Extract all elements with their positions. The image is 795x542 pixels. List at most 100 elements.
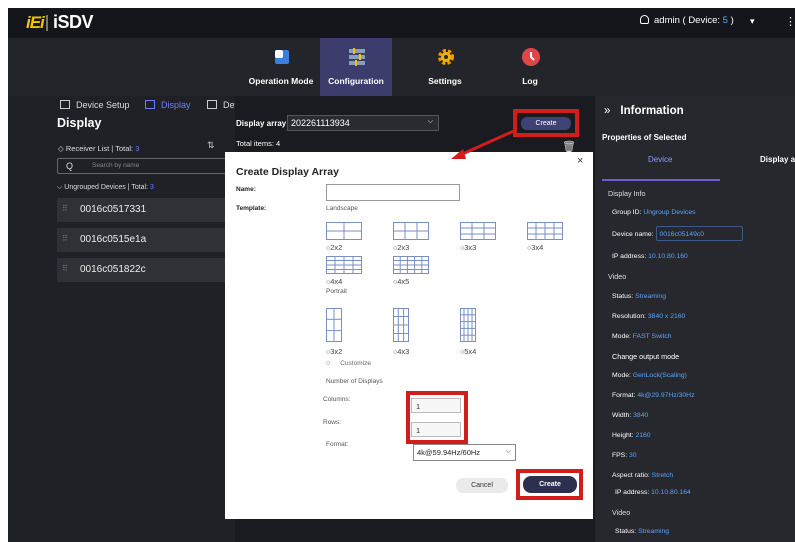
user-dropdown-caret-icon[interactable]: ▾ <box>750 16 755 27</box>
info-mode: Mode: FAST Switch <box>612 333 672 340</box>
info-value: 4k@29.97Hz/30Hz <box>637 392 695 399</box>
tab-display[interactable]: Display <box>145 100 191 110</box>
grid-3x4-icon[interactable] <box>527 222 563 240</box>
info-label: Aspect ratio: <box>612 472 650 479</box>
info-label: IP address: <box>615 489 650 496</box>
annotation-arrow <box>451 128 517 159</box>
drag-handle-icon[interactable]: ⠿ <box>62 204 68 213</box>
drag-handle-icon[interactable]: ⠿ <box>62 264 68 273</box>
device-name: 0016c0515e1a <box>80 234 147 245</box>
total-items: Total items: 4 <box>236 139 281 148</box>
info-label: Height: <box>612 432 634 439</box>
user-name: admin <box>654 15 680 26</box>
list-item[interactable]: ⠿ 0016c0515e1a <box>57 228 234 252</box>
radio-3x3[interactable]: ○3x3 <box>460 243 476 252</box>
nav-operation-mode[interactable]: Operation Mode <box>245 38 317 96</box>
nav-settings[interactable]: Settings <box>409 38 481 96</box>
grid-5x4-portrait-icon[interactable] <box>460 308 476 342</box>
section-video: Video <box>608 272 627 281</box>
grid-4x5-icon[interactable] <box>393 256 429 274</box>
info-tab-display-array[interactable]: Display arr <box>760 155 795 164</box>
rows-label: Rows: <box>323 419 342 426</box>
tab-label: Device Setup <box>76 100 130 110</box>
info-value: 10.10.80.164 <box>651 489 691 496</box>
landscape-label: Landscape <box>326 205 358 212</box>
drag-handle-icon[interactable]: ⠿ <box>62 234 68 243</box>
option-label: 3x2 <box>330 347 343 356</box>
grid-3x3-icon[interactable] <box>460 222 496 240</box>
display-array-select[interactable]: 202261113934 ⌵ <box>287 115 439 131</box>
settings-gear-icon <box>438 49 454 65</box>
chevron-down-icon: ⌵ <box>505 448 511 455</box>
format-select[interactable]: 4k@59.94Hz/60Hz ⌵ <box>413 444 516 461</box>
info-value: Ungroup Devices <box>643 209 696 216</box>
nav-configuration[interactable]: Configuration <box>320 38 392 96</box>
option-label: 3x3 <box>464 243 477 252</box>
grid-4x3-portrait-icon[interactable] <box>393 308 409 342</box>
grid-3x2-portrait-icon[interactable] <box>326 308 342 342</box>
list-item[interactable]: ⠿ 0016c0517331 <box>57 198 234 222</box>
radio-3x2[interactable]: ○3x2 <box>326 347 342 356</box>
grid-2x3-icon[interactable] <box>393 222 429 240</box>
device-name: 0016c0517331 <box>80 204 147 215</box>
dialog-title: Create Display Array <box>236 166 339 178</box>
annotation-highlight-columns-rows <box>406 391 468 444</box>
option-label: Customize <box>340 360 371 367</box>
close-icon[interactable]: × <box>577 155 583 167</box>
radio-5x4[interactable]: ○5x4 <box>460 347 476 356</box>
ungrouped-devices-header[interactable]: ⌵ Ungrouped Devices | Total: 3 <box>57 184 154 192</box>
list-item[interactable]: ⠿ 0016c051822c <box>57 258 234 282</box>
main-nav: Operation Mode Configuration Settings Lo… <box>8 38 795 96</box>
cancel-button[interactable]: Cancel <box>456 478 508 493</box>
info-value: Streaming <box>638 528 670 535</box>
info-label: Width: <box>612 412 632 419</box>
receiver-list-icon: ◇ <box>58 144 66 153</box>
info-tab-device[interactable]: Device <box>648 155 672 164</box>
info-resolution: Resolution: 3840 x 2160 <box>612 313 685 320</box>
receiver-list-header: ◇ Receiver List | Total: 3 <box>58 144 139 153</box>
grid-4x4-icon[interactable] <box>326 256 362 274</box>
receiver-total: 3 <box>135 144 140 153</box>
option-label: 3x4 <box>531 243 544 252</box>
user-icon <box>640 15 649 24</box>
format-label: Format: <box>326 441 349 448</box>
information-title-text: Information <box>620 105 684 117</box>
info-value: 0016c05149c0 <box>659 231 705 238</box>
info-label: Format: <box>612 392 636 399</box>
radio-4x3[interactable]: ○4x3 <box>393 347 409 356</box>
nav-log[interactable]: Log <box>494 38 566 96</box>
info-value: 3840 x 2160 <box>647 313 686 320</box>
info-device-name: Device name: 0016c05149c0 <box>612 231 704 238</box>
device-name: 0016c051822c <box>80 264 146 275</box>
section-display-info: Display Info <box>608 189 646 198</box>
info-label: Resolution: <box>612 313 647 320</box>
info-group-id: Group ID: Ungroup Devices <box>612 209 696 216</box>
change-output-mode: Change output mode <box>612 352 680 361</box>
radio-2x2[interactable]: ○2x2 <box>326 243 342 252</box>
tab-device-setup[interactable]: Device Setup <box>60 100 130 110</box>
sort-icon[interactable]: ⇅ <box>207 140 215 151</box>
display-array-value: 202261113934 <box>291 118 350 128</box>
more-options-icon[interactable]: ⋮ <box>785 15 795 28</box>
page-title: Display <box>57 116 102 130</box>
radio-4x5[interactable]: ○4x5 <box>393 277 409 286</box>
search-icon: Q <box>66 161 74 171</box>
radio-4x4[interactable]: ○4x4 <box>326 277 342 286</box>
info-label: Status: <box>612 293 634 300</box>
radio-customize[interactable]: ○ Customize <box>326 358 371 367</box>
columns-label: Columns: <box>323 396 351 403</box>
radio-3x4[interactable]: ○3x4 <box>527 243 543 252</box>
number-of-displays-label: Number of Displays <box>326 378 383 385</box>
name-label: Name: <box>236 186 256 193</box>
info-label: Group ID: <box>612 209 642 216</box>
user-menu[interactable]: admin ( Device: 5 ) <box>640 15 734 26</box>
radio-2x3[interactable]: ○2x3 <box>393 243 409 252</box>
info-ip-address-2: IP address: 10.10.80.164 <box>615 489 691 496</box>
info-label: Mode: <box>612 372 631 379</box>
grid-2x2-icon[interactable] <box>326 222 362 240</box>
collapse-chevron-icon[interactable]: » <box>604 105 610 117</box>
nav-label: Configuration <box>328 76 384 86</box>
search-input[interactable] <box>57 158 232 174</box>
name-input[interactable] <box>326 184 460 201</box>
template-label: Template: <box>236 205 267 212</box>
